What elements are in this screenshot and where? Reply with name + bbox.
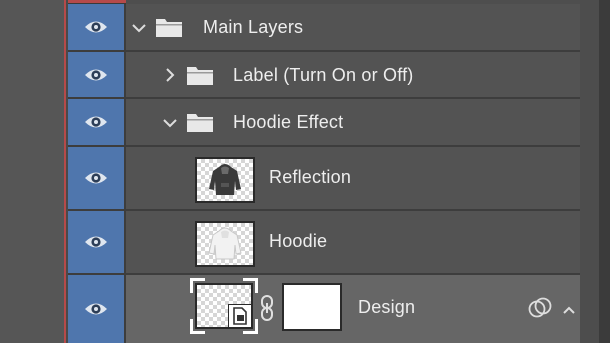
layers-list: Main Layers Label (Turn On or Off) Hoodi… [68, 4, 580, 343]
layer-thumbnail[interactable] [195, 157, 255, 203]
layer-thumbnail[interactable] [195, 221, 255, 267]
layer-name: Label (Turn On or Off) [233, 65, 414, 85]
layer-row-label-group[interactable]: Label (Turn On or Off) [68, 52, 580, 99]
layer-name: Main Layers [203, 17, 304, 37]
photoshop-layers-panel: Main Layers Label (Turn On or Off) Hoodi… [0, 0, 610, 343]
hoodie-thumbnail-icon [209, 164, 241, 195]
chevron-down-icon[interactable] [162, 115, 178, 131]
layer-name: Hoodie Effect [233, 112, 344, 132]
layer-row-reflection[interactable]: Reflection [68, 147, 580, 211]
chevron-up-icon[interactable] [562, 302, 576, 320]
eye-icon [85, 21, 107, 33]
visibility-toggle[interactable] [68, 4, 126, 50]
folder-icon [187, 67, 213, 85]
hoodie-thumbnail-icon [208, 227, 242, 260]
layer-name: Hoodie [269, 231, 328, 251]
top-edge [68, 0, 126, 3]
visibility-toggle[interactable] [68, 52, 126, 97]
visibility-toggle[interactable] [68, 211, 126, 273]
eye-icon [85, 116, 107, 128]
layer-name: Design [358, 297, 416, 317]
layer-name: Reflection [269, 167, 352, 187]
layer-mask-thumbnail[interactable] [282, 283, 342, 331]
eye-icon [85, 303, 107, 315]
visibility-toggle[interactable] [68, 275, 126, 343]
folder-icon [156, 19, 182, 37]
link-chain-icon[interactable] [259, 295, 275, 326]
scrollbar[interactable] [599, 0, 610, 343]
overlap-circles-icon[interactable] [528, 297, 552, 324]
smart-object-icon [228, 304, 252, 328]
chevron-down-icon[interactable] [131, 20, 147, 36]
eye-icon [85, 236, 107, 248]
layer-row-design[interactable]: Design [68, 275, 580, 343]
visibility-toggle[interactable] [68, 147, 126, 209]
visibility-toggle[interactable] [68, 99, 126, 145]
layer-row-main-layers[interactable]: Main Layers [68, 4, 580, 52]
panel-edge [64, 0, 66, 343]
eye-icon [85, 172, 107, 184]
chevron-right-icon[interactable] [162, 67, 178, 83]
left-gutter [0, 0, 66, 343]
layer-row-hoodie[interactable]: Hoodie [68, 211, 580, 275]
folder-icon [187, 114, 213, 132]
eye-icon [85, 69, 107, 80]
layer-row-hoodie-effect[interactable]: Hoodie Effect [68, 99, 580, 147]
scrollbar-track[interactable] [580, 0, 610, 343]
